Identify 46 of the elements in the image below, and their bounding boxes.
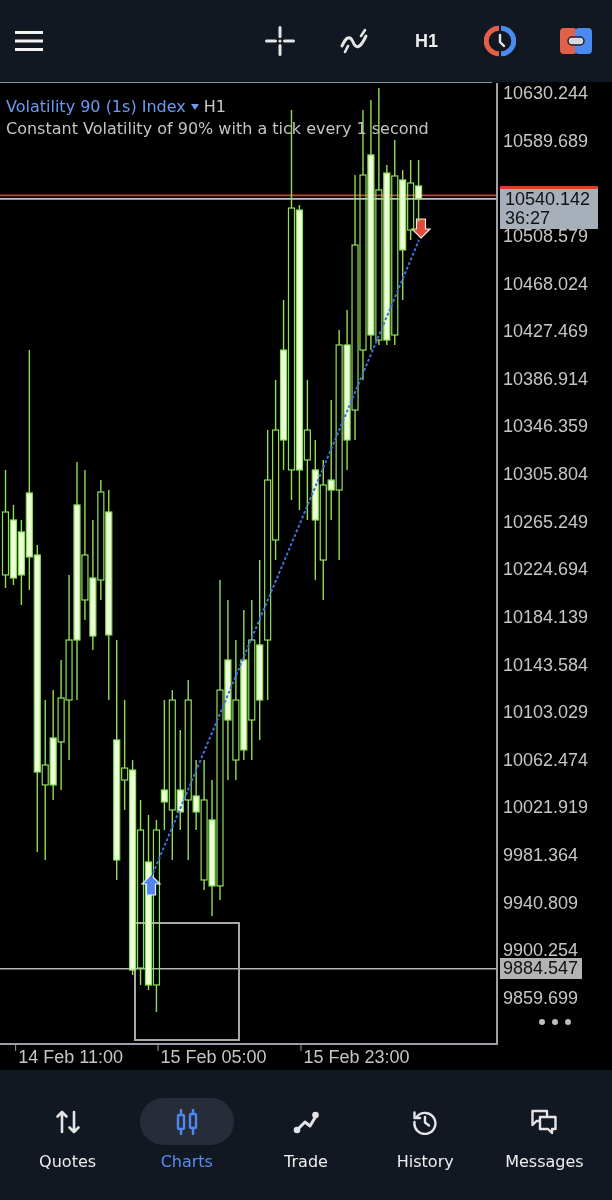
candlestick-icon: [139, 1098, 234, 1145]
price-label: 10103.029: [503, 704, 589, 721]
price-label: 10589.689: [503, 132, 589, 149]
price-label: 10386.914: [503, 370, 589, 387]
wave-icon[interactable]: [339, 28, 369, 54]
price-label: 9940.809: [503, 894, 579, 911]
nav-tab[interactable]: History: [365, 1098, 485, 1173]
price-label: 10427.469: [503, 323, 589, 340]
down-arrow-icon: [410, 218, 432, 239]
price-label: 10021.919: [503, 799, 589, 816]
current-price: 10540.142: [505, 189, 592, 209]
menu-icon[interactable]: [15, 31, 43, 51]
more-icon[interactable]: [539, 1019, 571, 1025]
time-label: 15 Feb 23:00: [303, 1047, 410, 1067]
price-label: 9900.254: [503, 942, 579, 959]
price-label: 9981.364: [503, 847, 579, 864]
nav-tab[interactable]: Messages: [484, 1098, 604, 1173]
nav-tab[interactable]: Trade: [246, 1098, 366, 1173]
up-arrow-icon: [140, 874, 162, 896]
price-label: 10265.249: [503, 513, 589, 530]
up-down-arrows-icon: [54, 1108, 81, 1135]
price-label: 10184.139: [503, 608, 589, 625]
history-icon: [412, 1108, 439, 1135]
timeframe-button[interactable]: H1: [413, 30, 440, 52]
price-label: 10508.579: [503, 227, 589, 244]
nav-tab[interactable]: Charts: [127, 1098, 247, 1173]
crosshair-icon[interactable]: [265, 26, 295, 56]
switch-icon[interactable]: [560, 28, 592, 54]
price-label: 10143.584: [503, 656, 589, 673]
nav-tab[interactable]: Quotes: [8, 1098, 128, 1173]
bar-countdown: 36:27: [505, 208, 552, 228]
price-label: 10224.694: [503, 561, 589, 578]
price-label: 10346.359: [503, 418, 589, 435]
chat-bubbles-icon: [531, 1108, 558, 1135]
price-label: 10630.244: [503, 85, 589, 101]
symbol-name[interactable]: Volatility 90 (1s) Index: [6, 96, 186, 118]
price-label: 10062.474: [503, 751, 589, 768]
line-price-tag: 9884.547: [500, 958, 583, 980]
caret-icon[interactable]: [190, 104, 199, 110]
chart-timeframe: H1: [203, 96, 226, 118]
price-label: 9859.699: [503, 990, 579, 1006]
price-label: 10468.024: [503, 275, 589, 292]
time-label: 14 Feb 11:00: [18, 1047, 123, 1067]
time-label: 15 Feb 05:00: [160, 1047, 267, 1067]
clock-icon[interactable]: [484, 25, 516, 57]
price-label: 10305.804: [503, 466, 589, 483]
